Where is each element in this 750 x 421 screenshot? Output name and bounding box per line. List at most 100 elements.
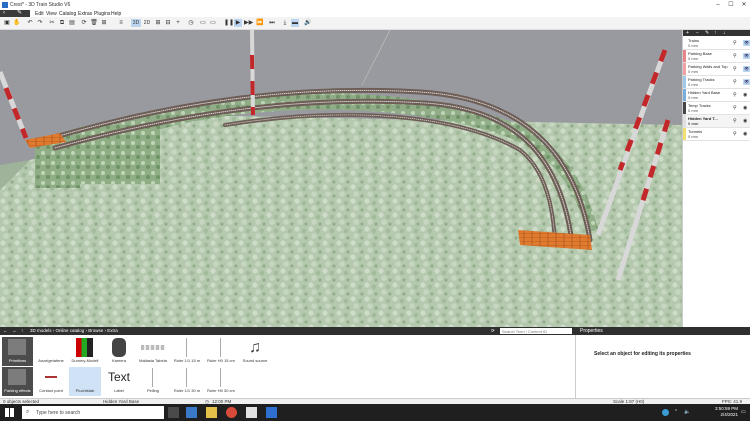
- group-icon[interactable]: ⊞: [100, 19, 108, 27]
- layout-icon[interactable]: ▭: [199, 19, 207, 27]
- catalog-item[interactable]: Ruler H0 15 cm: [205, 337, 237, 366]
- pause-icon[interactable]: ❚❚: [224, 19, 234, 27]
- visibility-icon[interactable]: 👁: [743, 79, 750, 85]
- layer-parking-tracks[interactable]: Parking Tracks 0 mm ⚲ 👁: [683, 76, 750, 89]
- faster-icon[interactable]: ⏩: [256, 19, 264, 27]
- close-icon[interactable]: ✕: [738, 1, 750, 9]
- pin-icon[interactable]: ⚲: [733, 118, 737, 124]
- back-icon[interactable]: ‹: [3, 10, 5, 17]
- undo-icon[interactable]: ↶: [26, 19, 34, 27]
- pin-icon[interactable]: ⚲: [733, 53, 737, 59]
- item-label: Pluchtstab: [75, 388, 95, 393]
- download-icon[interactable]: ⤓: [281, 19, 289, 27]
- center-icon[interactable]: +: [174, 19, 182, 27]
- catalog-breadcrumb[interactable]: 3D models › Online catalog › Browse › Ex…: [30, 328, 118, 333]
- catalog-search-input[interactable]: [500, 328, 572, 334]
- visibility-icon[interactable]: 👁: [743, 40, 750, 46]
- eye-icon[interactable]: ◉: [743, 131, 747, 137]
- layer-hidden-yard-tracks[interactable]: Hidden Yard T... 0 mm ⚲ ◉: [683, 115, 750, 128]
- notification-icon[interactable]: ▭: [741, 409, 746, 415]
- visibility-icon[interactable]: 👁: [743, 66, 750, 72]
- move-up-icon[interactable]: ↑: [714, 30, 717, 36]
- catalog-item[interactable]: ♫ Sound source: [239, 337, 271, 366]
- hand-icon[interactable]: ✋: [13, 19, 21, 27]
- catalog-item[interactable]: Contact point: [35, 367, 67, 396]
- 3d-viewport[interactable]: [0, 30, 682, 327]
- pin-icon[interactable]: ⚲: [733, 105, 737, 111]
- properties-empty-message: Select an object for editing its propert…: [594, 351, 691, 357]
- pin-icon[interactable]: ⚲: [733, 79, 737, 85]
- redo-icon[interactable]: ↷: [36, 19, 44, 27]
- skip-icon[interactable]: ⏭: [268, 19, 276, 27]
- list-icon[interactable]: ≡: [117, 19, 125, 27]
- category-parking-effects[interactable]: Parking effects: [2, 367, 33, 396]
- file-explorer-icon[interactable]: [206, 407, 217, 418]
- layer-hidden-yard-base[interactable]: Hidden Yard Base 0 mm ⚲ ◉: [683, 89, 750, 102]
- view-2d-button[interactable]: 2D: [142, 19, 152, 27]
- window-icon[interactable]: ▭: [209, 19, 217, 27]
- catalog-item[interactable]: Ruler 1/1 15 m: [171, 337, 203, 366]
- sign-icon[interactable]: ▬: [291, 19, 299, 27]
- catalog-item-selected[interactable]: Pluchtstab: [69, 367, 101, 396]
- catalog-item[interactable]: Dummy-Modell: [69, 337, 101, 366]
- play-icon[interactable]: ▶: [234, 19, 242, 27]
- catalog-item[interactable]: Kamera: [103, 337, 135, 366]
- catalog-item[interactable]: Mallasta Tabela: [137, 337, 169, 366]
- edit-layer-icon[interactable]: ✎: [705, 30, 709, 36]
- layer-parking-walls[interactable]: Parking Walls and Top 0 mm ⚲ 👁: [683, 63, 750, 76]
- catalog-item[interactable]: Anzeigetafene: [35, 337, 67, 366]
- back-arrow-icon[interactable]: ←: [3, 328, 8, 333]
- catalog-item[interactable]: Pelling: [137, 367, 169, 396]
- fast-forward-icon[interactable]: ▶▶: [244, 19, 253, 27]
- item-label: Kamera: [111, 358, 126, 363]
- visibility-icon[interactable]: 👁: [743, 53, 750, 59]
- taskbar-search-box[interactable]: ⌕ Type here to search: [22, 406, 164, 419]
- add-layer-icon[interactable]: +: [686, 30, 689, 36]
- delete-icon[interactable]: 🗑: [90, 19, 98, 27]
- pin-icon[interactable]: ⚲: [733, 131, 737, 137]
- clock-icon[interactable]: ◷: [187, 19, 195, 27]
- minimize-icon[interactable]: –: [712, 1, 724, 9]
- catalog-item[interactable]: Ruler 1/1 30 m: [171, 367, 203, 396]
- edit-mode-icon[interactable]: ✎: [17, 10, 22, 17]
- layer-temp-tracks[interactable]: Temp Tracks 0 mm ⚲ ◉: [683, 102, 750, 115]
- move-down-icon[interactable]: ↓: [723, 30, 726, 36]
- network-icon[interactable]: ⌃: [674, 409, 678, 415]
- category-primitives[interactable]: Primitives: [2, 337, 33, 366]
- store-icon[interactable]: [186, 407, 197, 418]
- snap-icon[interactable]: ⊟: [164, 19, 172, 27]
- up-arrow-icon[interactable]: ↑: [21, 328, 23, 333]
- layer-parking-base[interactable]: Parking Base 0 mm ⚲ 👁: [683, 50, 750, 63]
- layer-tunnels[interactable]: Tunnels 0 mm ⚲ ◉: [683, 128, 750, 141]
- remove-layer-icon[interactable]: −: [696, 30, 699, 36]
- layer-color-swatch: [683, 63, 686, 75]
- refresh-icon[interactable]: ⟳: [491, 328, 495, 334]
- eye-icon[interactable]: ◉: [743, 118, 747, 124]
- 3d-train-studio-icon[interactable]: [246, 407, 257, 418]
- eye-icon[interactable]: ◉: [743, 92, 747, 98]
- chrome-icon[interactable]: [226, 407, 237, 418]
- copy-icon[interactable]: ⧉: [58, 19, 66, 27]
- help-icon[interactable]: [662, 409, 669, 416]
- layer-trains[interactable]: Trains 0 mm ⚲ 👁: [683, 37, 750, 50]
- windows-start-icon[interactable]: [5, 408, 14, 417]
- pin-icon[interactable]: ⚲: [733, 92, 737, 98]
- maximize-icon[interactable]: ☐: [725, 1, 737, 9]
- save-icon[interactable]: ▣: [3, 19, 11, 27]
- catalog-item[interactable]: Ruler H0 30 cm: [205, 367, 237, 396]
- paste-icon[interactable]: ▤: [68, 19, 76, 27]
- taskbar-clock[interactable]: 3:50:59 PM 2/4/2021: [700, 406, 738, 418]
- catalog-item[interactable]: Text Label: [103, 367, 135, 396]
- pin-icon[interactable]: ⚲: [733, 66, 737, 72]
- sound-icon[interactable]: 🔊: [304, 19, 312, 27]
- grid-icon[interactable]: ⊞: [154, 19, 162, 27]
- rotate-icon[interactable]: ⟳: [80, 19, 88, 27]
- word-icon[interactable]: [266, 407, 277, 418]
- view-3d-button[interactable]: 3D: [131, 19, 141, 27]
- cut-icon[interactable]: ✂: [48, 19, 56, 27]
- eye-icon[interactable]: ◉: [743, 105, 747, 111]
- pin-icon[interactable]: ⚲: [733, 40, 737, 46]
- speaker-icon[interactable]: 🔈: [684, 409, 690, 415]
- forward-arrow-icon[interactable]: →: [12, 328, 17, 333]
- task-view-icon[interactable]: [168, 407, 179, 418]
